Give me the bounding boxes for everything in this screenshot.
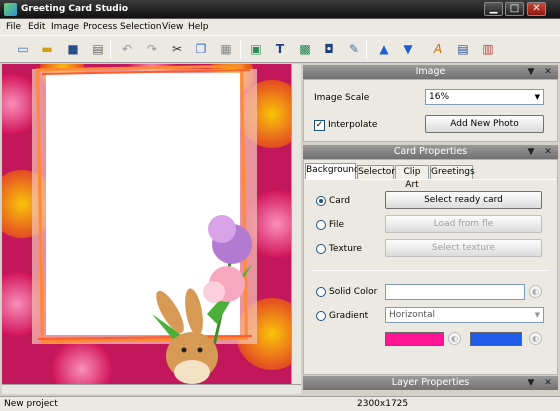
gradient-type-value: Horizontal <box>389 310 435 320</box>
close-icon[interactable]: ✕ <box>543 65 553 79</box>
select-ready-card-button[interactable]: Select ready card <box>385 191 542 209</box>
status-bar: New project 2300x1725 <box>0 396 560 411</box>
card-preview-image <box>2 64 291 384</box>
status-text: New project <box>4 399 58 409</box>
menu-selection[interactable]: Selection <box>120 22 161 32</box>
collapse-icon[interactable]: ▼ <box>526 145 536 159</box>
redo-icon[interactable]: ↷ <box>144 41 160 57</box>
image-panel-title: Image <box>415 66 446 77</box>
card-panel-title: Card Properties <box>393 146 468 157</box>
menu-bar: File Edit Image Process Selection View H… <box>0 19 560 36</box>
menu-help[interactable]: Help <box>188 22 209 32</box>
chevron-down-icon: ▼ <box>534 311 540 319</box>
page-icon[interactable]: ▤ <box>455 41 471 57</box>
image-scale-value: 16% <box>429 92 450 102</box>
gradient-color1-swatch[interactable] <box>385 332 444 346</box>
frame-icon[interactable]: ◘ <box>321 41 337 57</box>
tab-clip-art[interactable]: Clip Art <box>395 165 429 190</box>
image-panel: Image Scale 16% ▼ ✓ Interpolate Add New … <box>303 79 558 142</box>
card-label: Card <box>329 196 351 206</box>
insert-text-icon[interactable]: T <box>272 41 288 57</box>
app-icon <box>4 3 17 16</box>
window-title: Greeting Card Studio <box>21 4 128 14</box>
chevron-down-icon: ▼ <box>534 93 540 101</box>
section-divider <box>312 270 548 271</box>
save-icon[interactable]: ■ <box>65 41 81 57</box>
file-label: File <box>329 220 345 230</box>
interpolate-checkbox[interactable]: ✓ <box>314 120 325 131</box>
solid-color-label: Solid Color <box>329 287 378 297</box>
insert-image-icon[interactable]: ▣ <box>248 41 264 57</box>
gradient-label: Gradient <box>329 311 369 321</box>
image-panel-header[interactable]: Image ▼ ✕ <box>303 65 558 79</box>
close-button[interactable]: ✕ <box>527 2 546 16</box>
color-picker-icon[interactable]: ◐ <box>448 332 461 345</box>
paste-icon[interactable]: ▦ <box>218 41 234 57</box>
toolbar: ▭ ▬ ■ ▤ ↶ ↷ ✂ ❐ ▦ ▣ T ▩ ◘ ✎ ▲ ▼ A ▤ ▥ <box>0 36 560 63</box>
send-backward-icon[interactable]: ▼ <box>400 41 416 57</box>
tab-selector[interactable]: Selector <box>357 165 395 179</box>
solid-color-radio[interactable] <box>316 287 326 297</box>
gradient-radio[interactable] <box>316 311 326 321</box>
title-bar: Greeting Card Studio ▁ □ ✕ <box>0 0 560 19</box>
card-canvas[interactable] <box>2 64 291 384</box>
minimize-button[interactable]: ▁ <box>484 2 503 16</box>
select-texture-button[interactable]: Select texture <box>385 239 542 257</box>
gradient-color2-swatch[interactable] <box>470 332 522 346</box>
toolbar-separator <box>240 40 241 59</box>
tab-divider <box>305 179 556 180</box>
load-from-file-button[interactable]: Load from fle <box>385 215 542 233</box>
export-icon[interactable]: ▥ <box>480 41 496 57</box>
image-scale-label: Image Scale <box>314 93 370 103</box>
undo-icon[interactable]: ↶ <box>119 41 135 57</box>
tab-background[interactable]: Background <box>305 163 360 179</box>
gradient-type-select[interactable]: Horizontal ▼ <box>385 307 544 323</box>
color-picker-icon[interactable]: ◐ <box>529 285 542 298</box>
canvas-vertical-scrollbar[interactable] <box>291 64 301 384</box>
cut-icon[interactable]: ✂ <box>169 41 185 57</box>
open-icon[interactable]: ▬ <box>39 41 55 57</box>
image-scale-select[interactable]: 16% ▼ <box>425 89 544 105</box>
add-new-photo-button[interactable]: Add New Photo <box>425 115 544 133</box>
tab-greetings[interactable]: Greetings <box>430 165 475 179</box>
bring-forward-icon[interactable]: ▲ <box>376 41 392 57</box>
solid-color-field[interactable] <box>385 284 525 300</box>
insert-shape-icon[interactable]: ▩ <box>297 41 313 57</box>
menu-file[interactable]: File <box>6 22 21 32</box>
card-radio[interactable] <box>316 196 326 206</box>
file-radio[interactable] <box>316 220 326 230</box>
close-icon[interactable]: ✕ <box>543 145 553 159</box>
color-picker-icon[interactable]: ◐ <box>529 332 542 345</box>
canvas-horizontal-scrollbar[interactable] <box>2 384 301 394</box>
copy-icon[interactable]: ❐ <box>193 41 209 57</box>
collapse-icon[interactable]: ▼ <box>526 65 536 79</box>
maximize-button[interactable]: □ <box>505 2 524 16</box>
new-icon[interactable]: ▭ <box>15 41 31 57</box>
close-icon[interactable]: ✕ <box>543 376 553 390</box>
print-icon[interactable]: ▤ <box>90 41 106 57</box>
toolbar-separator <box>366 40 367 59</box>
layer-panel-title: Layer Properties <box>391 377 470 388</box>
texture-label: Texture <box>329 244 362 254</box>
card-panel-header[interactable]: Card Properties ▼ ✕ <box>303 145 558 159</box>
image-dimensions: 2300x1725 <box>357 399 409 409</box>
menu-image[interactable]: Image <box>51 22 79 32</box>
texture-radio[interactable] <box>316 244 326 254</box>
layer-panel-header[interactable]: Layer Properties ▼ ✕ <box>303 376 558 390</box>
card-panel: Background Selector Clip Art Greetings C… <box>303 159 558 375</box>
brush-icon[interactable]: ✎ <box>346 41 362 57</box>
text-style-icon[interactable]: A <box>430 41 446 57</box>
menu-process[interactable]: Process <box>83 22 117 32</box>
interpolate-label: Interpolate <box>328 120 378 130</box>
menu-edit[interactable]: Edit <box>28 22 45 32</box>
toolbar-separator <box>110 40 111 59</box>
collapse-icon[interactable]: ▼ <box>526 376 536 390</box>
menu-view[interactable]: View <box>162 22 183 32</box>
